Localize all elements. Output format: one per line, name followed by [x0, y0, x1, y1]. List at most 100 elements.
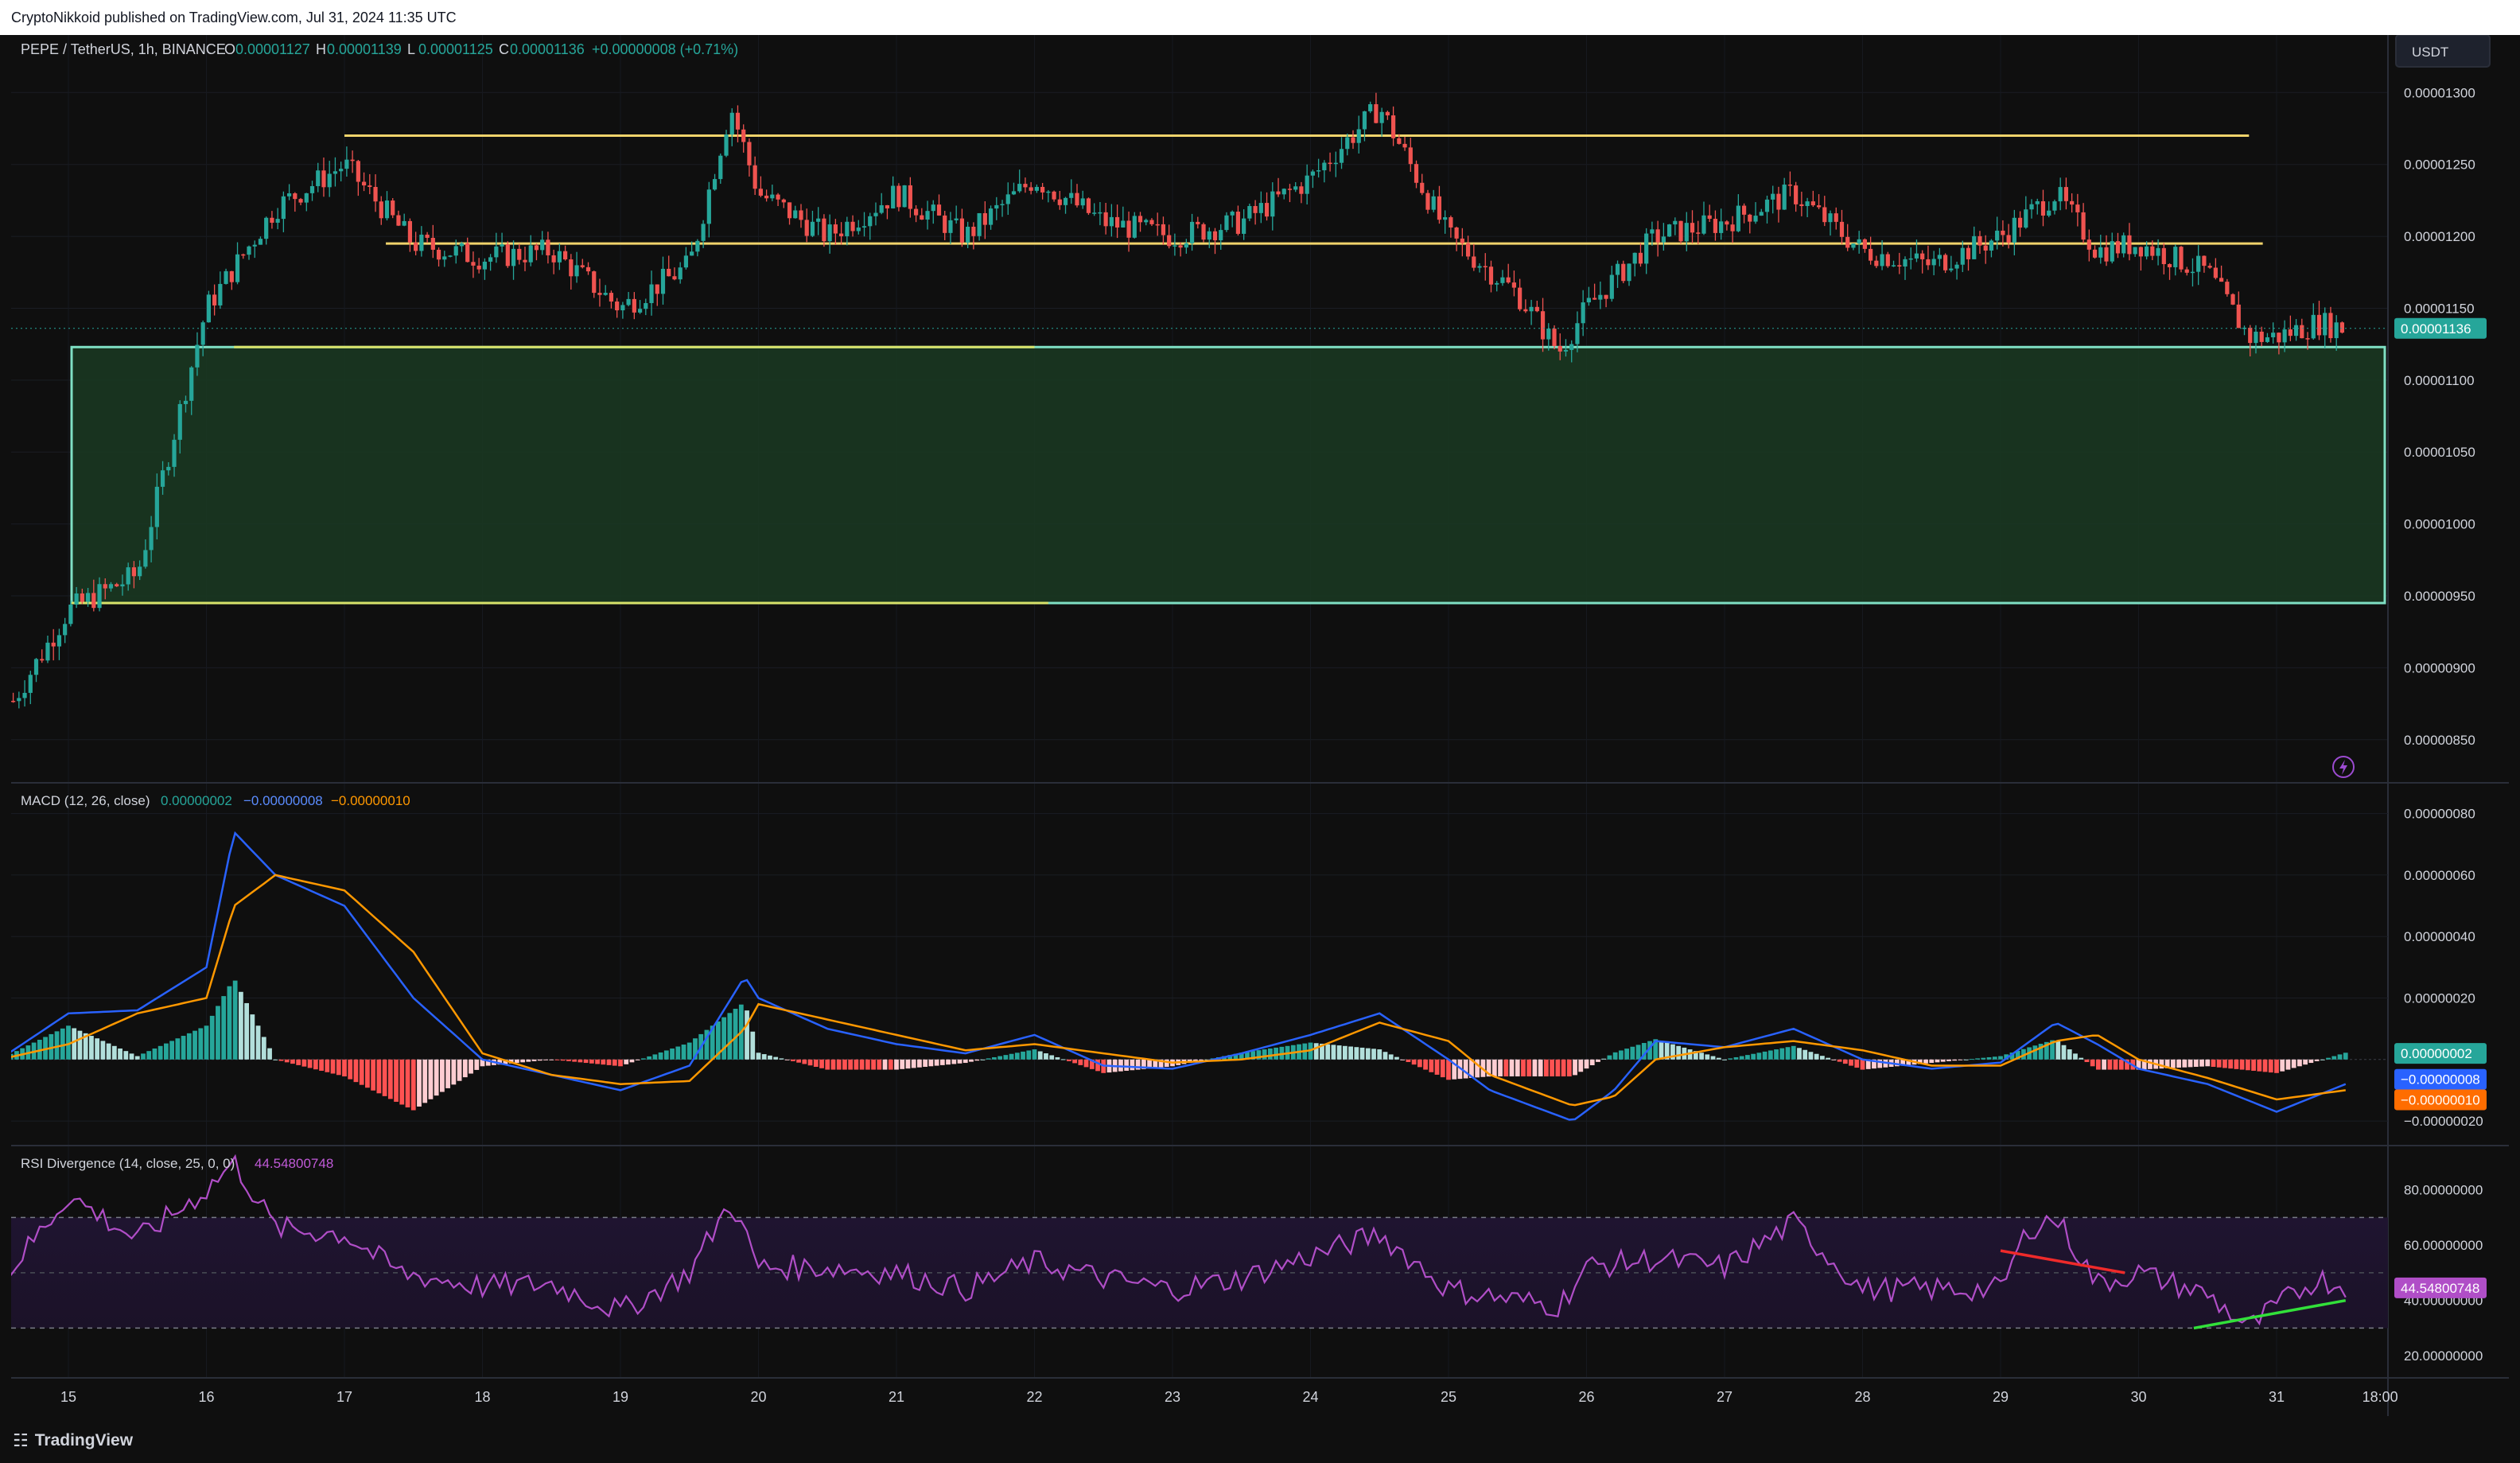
candle-body	[1920, 253, 1925, 259]
histogram-bar	[1756, 1053, 1762, 1060]
histogram-bar	[198, 1028, 204, 1060]
tradingview-logo[interactable]: ☷ TradingView	[13, 1430, 133, 1451]
histogram-bar	[129, 1053, 134, 1060]
candle-body	[770, 194, 775, 199]
candle-body	[540, 239, 545, 251]
candle-body	[776, 194, 780, 200]
histogram-bar	[1268, 1048, 1273, 1060]
candle-body	[448, 255, 453, 257]
histogram-bar	[445, 1059, 451, 1088]
rsi-tick: 20.00000000	[2404, 1348, 2483, 1364]
candle-body	[1511, 282, 1517, 288]
candle-body	[1437, 196, 1442, 220]
candle-body	[2115, 241, 2121, 254]
price-legend[interactable]: PEPE / TetherUS, 1h, BINANCE O 0.00001127…	[21, 41, 738, 57]
candle-body	[1005, 194, 1010, 204]
candle-body	[2058, 187, 2063, 202]
candle-body	[344, 159, 349, 169]
histogram-bar	[1923, 1059, 1928, 1064]
histogram-bar	[216, 1006, 220, 1060]
candle-body	[350, 159, 355, 161]
candle-body	[2184, 269, 2189, 273]
candle-body	[1523, 309, 1528, 312]
candle-body	[1385, 111, 1390, 116]
candle-body	[1632, 252, 1637, 264]
histogram-bar	[359, 1059, 364, 1085]
histogram-bar	[1526, 1059, 1532, 1077]
time-tick: 28	[1854, 1389, 1870, 1405]
candle-body	[2288, 329, 2292, 337]
histogram-bar	[618, 1059, 623, 1067]
histogram-bar	[2285, 1059, 2291, 1070]
candle-body	[557, 251, 562, 263]
histogram-bar	[934, 1059, 939, 1066]
time-tick: 17	[336, 1389, 352, 1405]
candle-body	[1604, 294, 1608, 299]
candle-body	[120, 584, 125, 587]
candle-body	[1414, 164, 1419, 183]
candle-body	[143, 550, 148, 567]
candle-body	[286, 193, 292, 196]
candle-body	[1707, 215, 1712, 220]
histogram-bar	[727, 1013, 733, 1060]
rsi-axis[interactable]: 80.0000000060.0000000040.0000000020.0000…	[2404, 1183, 2483, 1364]
currency-button-label[interactable]: USDT	[2412, 45, 2448, 60]
last-price-badge-text: 0.00001136	[2401, 321, 2471, 337]
histogram-bar	[2337, 1054, 2343, 1060]
histogram-bar	[1935, 1059, 1940, 1063]
time-axis[interactable]: 15 16 17 18 19 20 21 22 23 24 25 26 27 28 29 30 31 18:00	[60, 1389, 2398, 1405]
histogram-bar	[1774, 1049, 1779, 1060]
histogram-bar	[2234, 1059, 2239, 1069]
histogram-bar	[118, 1048, 122, 1060]
histogram-bar	[353, 1059, 359, 1083]
candle-body	[1748, 214, 1752, 222]
candle-body	[1644, 233, 1649, 264]
candle-body	[712, 179, 718, 190]
candle-body	[1575, 323, 1580, 344]
candle-body	[1052, 191, 1056, 200]
candle-body	[959, 218, 965, 243]
histogram-bar	[859, 1059, 865, 1070]
histogram-bar	[681, 1045, 686, 1060]
histogram-bar	[1055, 1056, 1060, 1060]
histogram-bar	[1601, 1058, 1607, 1060]
histogram-bar	[2297, 1059, 2302, 1067]
chart-canvas[interactable]: PEPE / TetherUS, 1h, BINANCE O 0.00001127…	[11, 35, 2509, 1416]
currency-button[interactable]: USDT	[2395, 35, 2491, 68]
price-tick: 0.00001050	[2404, 445, 2475, 460]
histogram-bar	[1705, 1054, 1710, 1060]
histogram-bar	[1498, 1059, 1503, 1077]
histogram-bar	[1797, 1048, 1802, 1060]
candle-body	[1983, 245, 1988, 251]
candle-body	[247, 246, 251, 255]
histogram-bar	[417, 1059, 422, 1107]
candle-body	[1816, 205, 1822, 208]
candle-body	[2300, 325, 2304, 339]
candle-body	[1759, 212, 1764, 216]
rsi-tick: 80.00000000	[2404, 1183, 2483, 1198]
candle-body	[1638, 252, 1643, 264]
histogram-bar	[1716, 1057, 1721, 1060]
candle-body	[1931, 259, 1936, 266]
candle-body	[368, 185, 372, 187]
ohlc-value: 0.00001127	[235, 41, 310, 57]
candle-body	[1926, 259, 1931, 266]
candle-body	[2081, 212, 2086, 240]
histogram-bar	[1814, 1053, 1819, 1060]
rsi-legend[interactable]: RSI Divergence (14, close, 25, 0, 0) 44.…	[21, 1156, 333, 1171]
histogram-bar	[1618, 1050, 1624, 1060]
macd-legend[interactable]: MACD (12, 26, close) 0.00000002 −0.00000…	[21, 793, 410, 808]
candle-body	[436, 249, 441, 260]
histogram-bar	[1532, 1059, 1538, 1077]
candle-body	[597, 293, 602, 295]
candle-body	[316, 170, 321, 186]
candle-body	[1518, 287, 1522, 309]
candle-body	[931, 204, 935, 212]
price-tick: 0.00001250	[2404, 158, 2475, 173]
candle-body	[2271, 333, 2276, 337]
histogram-bar	[1124, 1059, 1130, 1071]
candle-body	[91, 593, 96, 609]
candle-body	[1696, 232, 1701, 234]
histogram-bar	[106, 1043, 111, 1060]
candle-body	[258, 239, 263, 245]
